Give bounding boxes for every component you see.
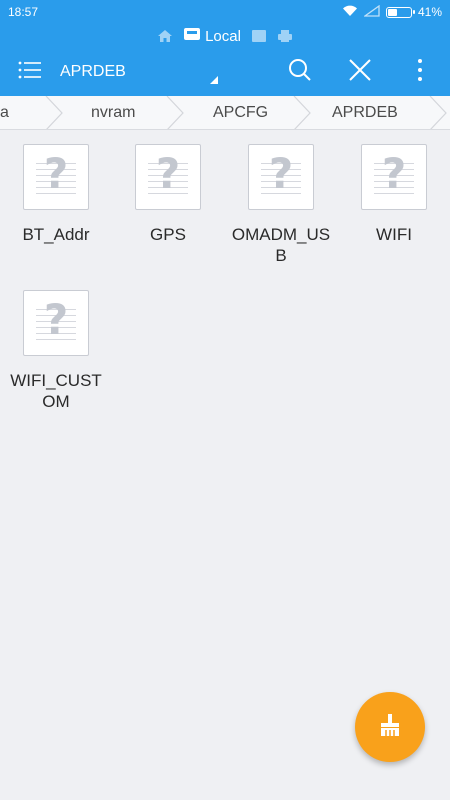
status-bar: 18:57 41% — [0, 0, 450, 24]
breadcrumb-separator-icon — [166, 96, 184, 129]
search-button[interactable] — [270, 48, 330, 96]
search-icon — [288, 58, 312, 87]
file-name: GPS — [150, 225, 186, 244]
unknown-file-icon: ? — [361, 144, 427, 210]
dropdown-caret-icon — [210, 76, 218, 84]
file-name: OMADM_USB — [231, 225, 331, 265]
breadcrumb-separator-icon — [293, 96, 311, 129]
storage-label: Local — [205, 27, 241, 45]
battery-percent: 41% — [417, 5, 442, 19]
more-options-button[interactable] — [390, 48, 450, 96]
printer-icon[interactable] — [277, 29, 293, 43]
clean-fab-button[interactable] — [355, 692, 425, 762]
unknown-file-icon: ? — [23, 290, 89, 356]
status-icons: 41% — [342, 4, 442, 20]
breadcrumb-separator-icon — [429, 96, 447, 129]
breadcrumb-item[interactable]: nvram — [91, 96, 135, 129]
image-icon[interactable] — [251, 29, 267, 43]
file-name: WIFI_CUSTOM — [10, 371, 102, 411]
menu-button[interactable] — [0, 48, 60, 96]
tab-local[interactable]: Local — [183, 27, 241, 45]
close-icon — [348, 58, 372, 87]
app-bar: Local APRDEB — [0, 24, 450, 96]
file-item[interactable]: ? BT_Addr — [0, 140, 112, 245]
breadcrumb-separator-icon — [45, 96, 63, 129]
list-menu-icon — [18, 60, 42, 85]
breadcrumb-item-current[interactable]: APRDEB — [332, 96, 398, 129]
page-title[interactable]: APRDEB — [60, 48, 270, 96]
file-item[interactable]: ? WIFI — [338, 140, 450, 245]
file-item[interactable]: ? OMADM_USB — [225, 140, 337, 266]
broom-clean-icon — [377, 712, 403, 743]
breadcrumb-item[interactable]: a — [0, 96, 9, 129]
sd-card-icon — [183, 27, 201, 45]
toolbar: APRDEB — [0, 48, 450, 96]
storage-tabs: Local — [0, 24, 450, 48]
breadcrumb: a nvram APCFG APRDEB — [0, 96, 450, 130]
breadcrumb-item[interactable]: APCFG — [213, 96, 268, 129]
home-icon[interactable] — [157, 29, 173, 43]
signal-icon — [362, 4, 380, 20]
file-item[interactable]: ? WIFI_CUSTOM — [0, 286, 112, 412]
unknown-file-icon: ? — [135, 144, 201, 210]
file-name: BT_Addr — [22, 225, 90, 244]
title-text: APRDEB — [60, 63, 126, 80]
file-item[interactable]: ? GPS — [112, 140, 224, 245]
unknown-file-icon: ? — [248, 144, 314, 210]
close-button[interactable] — [330, 48, 390, 96]
status-time: 18:57 — [8, 5, 39, 19]
unknown-file-icon: ? — [23, 144, 89, 210]
wifi-icon — [342, 5, 358, 20]
file-name: WIFI — [376, 225, 412, 244]
battery-icon — [385, 6, 415, 18]
more-vert-icon — [417, 58, 423, 87]
